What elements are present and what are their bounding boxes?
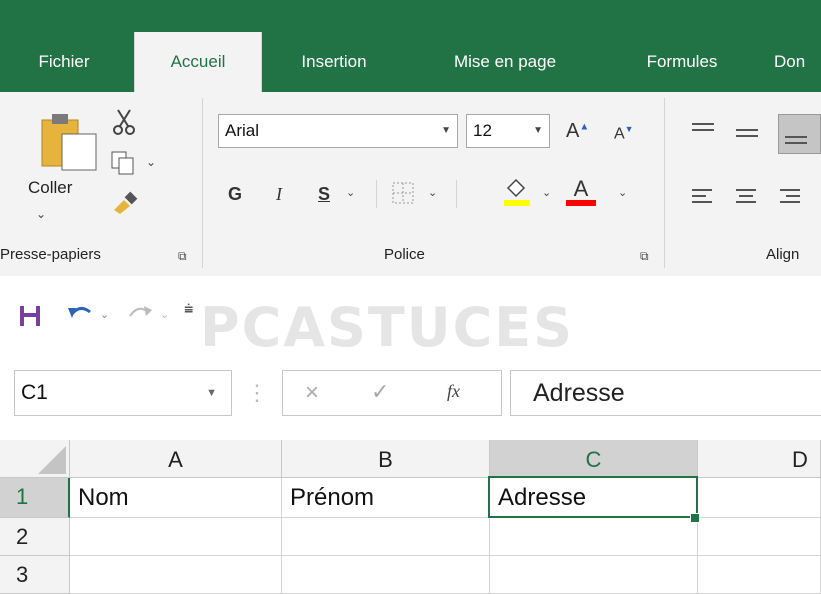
cell-a2[interactable] [70,518,282,556]
formula-buttons: × ✓ fx [282,370,502,416]
tab-donnees[interactable]: Don [774,44,821,80]
borders-icon[interactable] [392,182,414,209]
chevron-down-icon: ▼ [441,125,451,136]
undo-dropdown-icon[interactable]: ⌄ [100,310,109,321]
chevron-down-icon: ▼ [206,387,217,399]
font-size-select[interactable]: 12 ▼ [466,114,550,148]
column-header-b[interactable]: B [282,440,490,478]
tab-insertion[interactable]: Insertion [276,44,392,80]
tab-mise-en-page[interactable]: Mise en page [424,44,586,80]
row-header-3[interactable]: 3 [0,556,70,594]
cancel-icon[interactable]: × [305,379,319,407]
column-header-d[interactable]: D [698,440,821,478]
grow-font-icon[interactable]: A▲ [566,120,589,143]
align-top-icon[interactable] [692,122,714,143]
formula-input[interactable]: Adresse [510,370,821,416]
shrink-font-icon[interactable]: A▼ [614,124,634,143]
cell-b3[interactable] [282,556,490,594]
clipboard-launcher-icon[interactable]: ⧉ [178,250,187,262]
chevron-down-icon: ▼ [533,125,543,136]
font-color-icon: A [573,176,589,201]
row-header-1[interactable]: 1 [0,478,70,518]
select-all-button[interactable] [0,440,70,478]
undo-icon[interactable] [66,302,94,331]
format-painter-icon[interactable] [110,190,140,219]
cell-d3[interactable] [698,556,821,594]
redo-dropdown-icon[interactable]: ⌄ [160,310,169,321]
group-separator [376,180,377,208]
cell-b1[interactable]: Prénom [282,478,490,518]
insert-function-icon[interactable]: fx [447,381,460,402]
cell-a3[interactable] [70,556,282,594]
save-icon[interactable] [18,304,42,333]
borders-dropdown-icon[interactable]: ⌄ [428,188,437,199]
tab-accueil[interactable]: Accueil [134,32,262,92]
enter-icon[interactable]: ✓ [371,379,389,405]
ribbon-tab-bar: Fichier Accueil Insertion Mise en page F… [0,0,821,92]
cell-d1[interactable] [698,478,821,518]
fill-handle[interactable] [690,513,700,523]
font-name-select[interactable]: Arial ▼ [218,114,458,148]
align-right-icon[interactable] [780,188,800,211]
underline-dropdown-icon[interactable]: ⌄ [346,188,355,199]
name-box-value: C1 [21,381,48,404]
formula-bar-grip-icon: ⋮ [246,380,268,405]
row-header-2[interactable]: 2 [0,518,70,556]
cell-c3[interactable] [490,556,698,594]
group-separator [664,98,665,268]
cell-c1[interactable]: Adresse [488,476,698,518]
align-bottom-icon[interactable] [778,114,821,154]
paste-icon[interactable] [40,110,102,177]
font-color-button[interactable]: A [566,176,596,206]
align-left-icon[interactable] [692,188,712,211]
copy-dropdown-icon[interactable]: ⌄ [146,156,156,168]
font-size-value: 12 [473,121,492,140]
tab-fichier[interactable]: Fichier [18,44,110,80]
bold-button[interactable]: G [228,184,242,205]
align-center-icon[interactable] [736,188,756,211]
redo-icon[interactable] [126,302,154,331]
cell-b2[interactable] [282,518,490,556]
cut-icon[interactable] [110,108,138,141]
group-separator [456,180,457,208]
cell-a1[interactable]: Nom [70,478,282,518]
clipboard-group-label: Presse-papiers [0,246,101,263]
column-header-c[interactable]: C [490,440,698,478]
fill-color-icon[interactable] [502,178,532,213]
column-header-a[interactable]: A [70,440,282,478]
cell-c2[interactable] [490,518,698,556]
group-separator [202,98,203,268]
ribbon: Coller ⌄ ⌄ Presse-papiers ⧉ Arial ▼ 12 ▼… [0,92,821,277]
alignment-group-label: Align [766,246,800,263]
paste-dropdown-icon[interactable]: ⌄ [36,208,46,220]
font-launcher-icon[interactable]: ⧉ [640,250,649,262]
tab-formules[interactable]: Formules [616,44,748,80]
font-group-label: Police [384,246,425,263]
customize-qat-icon[interactable]: ⩧ [184,302,193,318]
font-name-value: Arial [225,121,260,140]
underline-button[interactable]: S [318,184,330,205]
quick-access-toolbar: ⌄ ⌄ ⩧ [0,276,821,356]
name-box[interactable]: C1 ▼ [14,370,232,416]
paste-button-label[interactable]: Coller [28,178,72,198]
align-middle-icon[interactable] [736,126,758,147]
cell-d2[interactable] [698,518,821,556]
italic-button[interactable]: I [276,184,282,205]
copy-icon[interactable] [110,150,136,181]
font-color-dropdown-icon[interactable]: ⌄ [618,188,627,199]
fill-color-dropdown-icon[interactable]: ⌄ [542,188,551,199]
